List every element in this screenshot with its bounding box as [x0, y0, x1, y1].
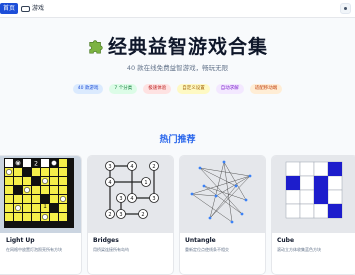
svg-text:3: 3: [152, 196, 155, 202]
svg-text:2: 2: [108, 212, 111, 218]
svg-text:4: 4: [108, 180, 111, 186]
tag-fast: 极速体验: [143, 84, 172, 94]
svg-text:1: 1: [144, 180, 147, 186]
game-card-description: 滚动立方体收集蓝色方块: [277, 247, 321, 252]
game-card-title: Cube: [277, 237, 295, 244]
game-card-light-up[interactable]: 0 2 1 Light Up 在网格中放置灯泡照亮所有方块: [0, 155, 82, 275]
svg-text:4: 4: [130, 164, 133, 170]
theme-toggle-button[interactable]: [340, 3, 351, 14]
untangle-thumbnail: [180, 156, 265, 233]
svg-text:3: 3: [119, 212, 122, 218]
game-card-bridges[interactable]: 3 4 2 4 1 3 4 3 2 3 2 Bridges 用桥梁连接所有岛屿: [87, 155, 174, 275]
svg-text:4: 4: [130, 196, 133, 202]
svg-text:2: 2: [152, 164, 155, 170]
game-card-title: Untangle: [185, 237, 216, 244]
bridges-thumbnail: 3 4 2 4 1 3 4 3 2 3 2: [88, 156, 173, 233]
page-subtitle: 40 款在线免费益智游戏，畅玩无限: [126, 64, 229, 72]
svg-text:0: 0: [16, 161, 20, 168]
puzzle-piece-icon: [89, 40, 103, 54]
page-title-text: 经典益智游戏合集: [107, 36, 268, 58]
tag-game-count: 40 款游戏: [72, 84, 104, 94]
light-up-thumbnail: 0 2 1: [0, 156, 81, 233]
nav-home-link[interactable]: 首页: [0, 3, 18, 14]
svg-text:3: 3: [119, 196, 122, 202]
game-card-title: Bridges: [93, 237, 119, 244]
feature-tags: 40 款游戏 7 个分类 极速体验 自定义设置 自动求解 适配移动端: [0, 84, 355, 95]
nav-games-label: 游戏: [32, 5, 45, 12]
nav-games-link[interactable]: 游戏: [21, 3, 44, 14]
tag-auto-solve: 自动求解: [215, 84, 244, 94]
top-nav: 首页 游戏: [0, 0, 355, 18]
tag-custom-settings: 自定义设置: [177, 84, 210, 94]
cube-thumbnail: [272, 156, 355, 233]
svg-text:2: 2: [141, 212, 144, 218]
gamepad-icon: [21, 5, 30, 12]
featured-section-title: 热门推荐: [159, 135, 196, 145]
tag-mobile: 适配移动端: [249, 84, 283, 94]
page-title: 经典益智游戏合集: [0, 34, 355, 60]
game-card-cube[interactable]: Cube 滚动立方体收集蓝色方块: [271, 155, 355, 275]
game-card-title: Light Up: [6, 237, 35, 244]
game-card-description: 重新定位点使线条不相交: [185, 247, 229, 252]
svg-text:1: 1: [43, 203, 47, 210]
tag-categories: 7 个分类: [109, 84, 138, 94]
svg-text:2: 2: [34, 161, 38, 168]
game-card-description: 用桥梁连接所有岛屿: [93, 247, 129, 252]
game-card-untangle[interactable]: Untangle 重新定位点使线条不相交: [179, 155, 266, 275]
svg-text:3: 3: [108, 164, 111, 170]
game-card-description: 在网格中放置灯泡照亮所有方块: [6, 247, 62, 252]
